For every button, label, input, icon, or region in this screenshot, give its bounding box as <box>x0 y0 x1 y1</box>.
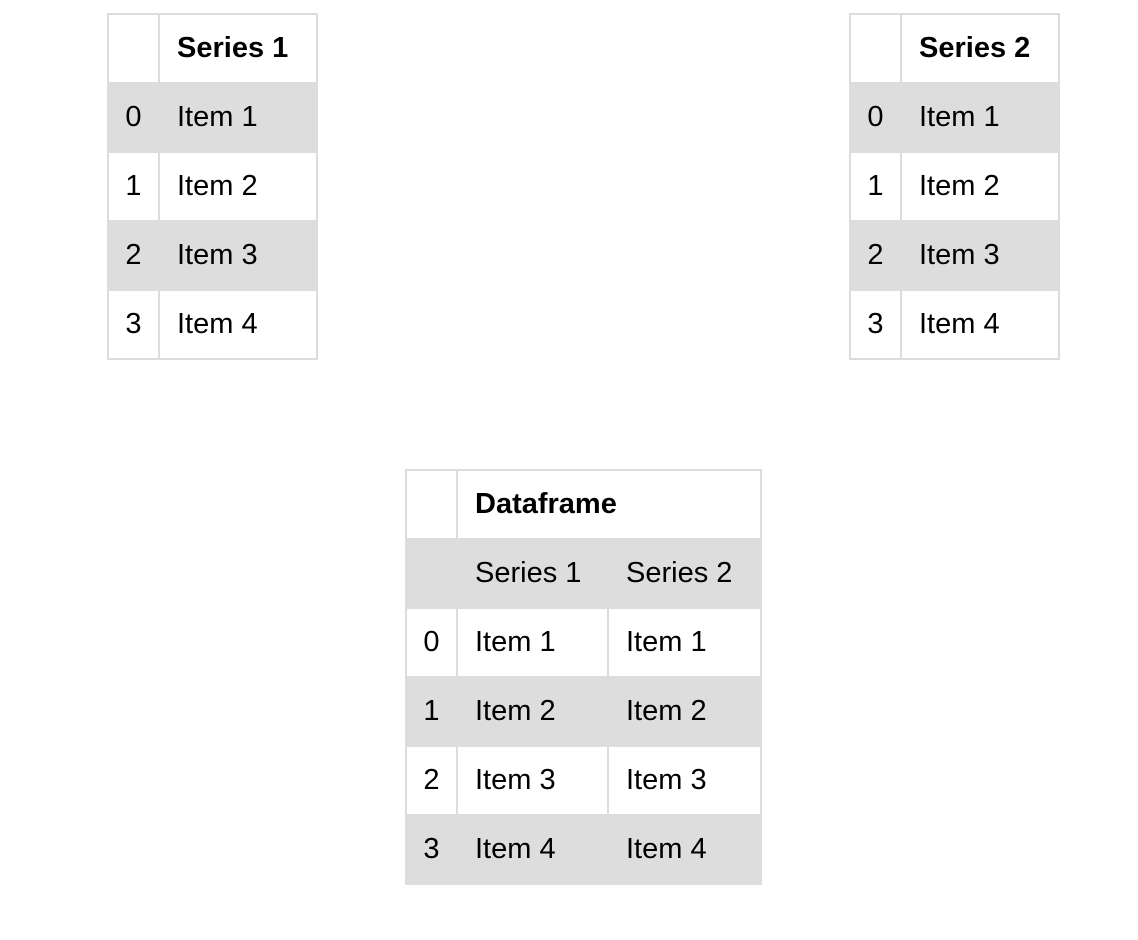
dataframe-cell: Item 1 <box>456 607 609 678</box>
dataframe-row: 0 Item 1 Item 1 <box>405 607 762 678</box>
dataframe-table: Dataframe Series 1 Series 2 0 Item 1 Ite… <box>405 469 762 885</box>
dataframe-cell: Item 4 <box>456 814 609 885</box>
dataframe-row-index: 2 <box>405 745 458 816</box>
dataframe-cell: Item 4 <box>607 814 762 885</box>
series2-row-value: Item 1 <box>900 82 1060 153</box>
series2-row-index: 1 <box>849 151 902 222</box>
series2-corner-cell <box>849 13 902 84</box>
series2-row: 3 Item 4 <box>849 289 1060 360</box>
series2-row-value: Item 3 <box>900 220 1060 291</box>
series1-corner-cell <box>107 13 160 84</box>
series1-row-value: Item 2 <box>158 151 318 222</box>
series2-row-value: Item 4 <box>900 289 1060 360</box>
dataframe-column-header-row: Series 1 Series 2 <box>405 538 762 609</box>
series1-row-value: Item 1 <box>158 82 318 153</box>
dataframe-row: 2 Item 3 Item 3 <box>405 745 762 816</box>
dataframe-cell: Item 2 <box>456 676 609 747</box>
series1-row: 1 Item 2 <box>107 151 318 222</box>
series1-title: Series 1 <box>158 13 318 84</box>
dataframe-row: 3 Item 4 Item 4 <box>405 814 762 885</box>
dataframe-cell: Item 2 <box>607 676 762 747</box>
dataframe-corner-cell <box>405 469 458 540</box>
series2-row-value: Item 2 <box>900 151 1060 222</box>
series1-row-index: 2 <box>107 220 160 291</box>
dataframe-column-header-corner <box>405 538 458 609</box>
dataframe-title: Dataframe <box>456 469 762 540</box>
series2-row: 0 Item 1 <box>849 82 1060 153</box>
dataframe-row: 1 Item 2 Item 2 <box>405 676 762 747</box>
series1-row-value: Item 4 <box>158 289 318 360</box>
series2-row-index: 0 <box>849 82 902 153</box>
dataframe-row-index: 3 <box>405 814 458 885</box>
series2-title: Series 2 <box>900 13 1060 84</box>
series2-row-index: 2 <box>849 220 902 291</box>
series1-row-index: 0 <box>107 82 160 153</box>
series1-row: 0 Item 1 <box>107 82 318 153</box>
series1-row-value: Item 3 <box>158 220 318 291</box>
dataframe-title-row: Dataframe <box>405 469 762 540</box>
series1-row-index: 3 <box>107 289 160 360</box>
series2-row: 1 Item 2 <box>849 151 1060 222</box>
series2-row-index: 3 <box>849 289 902 360</box>
dataframe-row-index: 1 <box>405 676 458 747</box>
series1-row: 2 Item 3 <box>107 220 318 291</box>
series1-table: Series 1 0 Item 1 1 Item 2 2 Item 3 3 It… <box>107 13 318 360</box>
dataframe-cell: Item 1 <box>607 607 762 678</box>
series1-header-row: Series 1 <box>107 13 318 84</box>
dataframe-column-header: Series 2 <box>607 538 762 609</box>
series2-table: Series 2 0 Item 1 1 Item 2 2 Item 3 3 It… <box>849 13 1060 360</box>
dataframe-cell: Item 3 <box>607 745 762 816</box>
series1-row: 3 Item 4 <box>107 289 318 360</box>
dataframe-cell: Item 3 <box>456 745 609 816</box>
series2-row: 2 Item 3 <box>849 220 1060 291</box>
dataframe-column-header: Series 1 <box>456 538 609 609</box>
series2-header-row: Series 2 <box>849 13 1060 84</box>
series1-row-index: 1 <box>107 151 160 222</box>
dataframe-row-index: 0 <box>405 607 458 678</box>
